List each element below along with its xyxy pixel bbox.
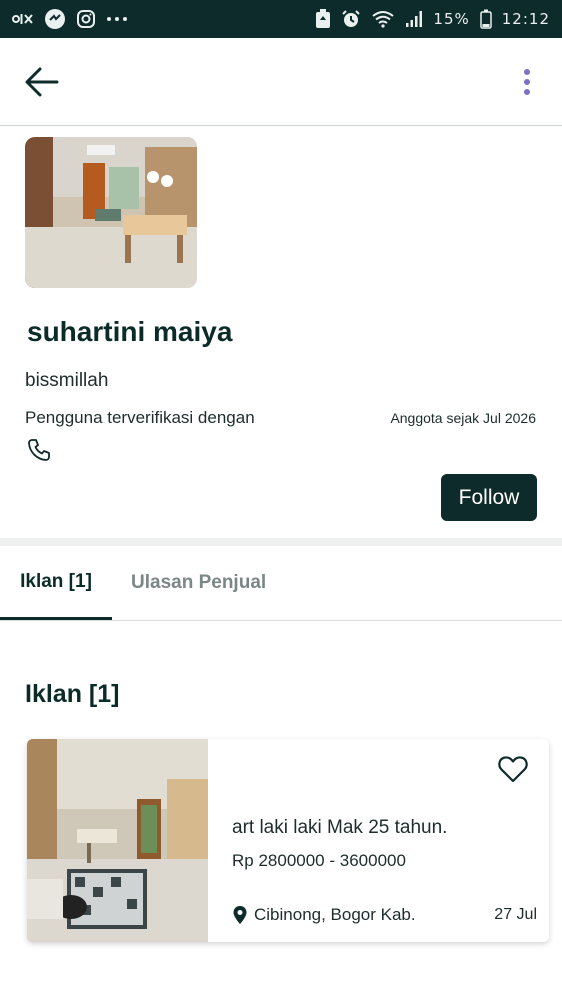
listing-card[interactable]: art laki laki Mak 25 tahun. Rp 2800000 -… [27,739,549,942]
wifi-icon [371,10,395,28]
profile-name: suhartini maiya [27,316,233,347]
listing-location-text: Cibinong, Bogor Kab. [254,905,416,924]
listing-title: art laki laki Mak 25 tahun. [232,817,448,838]
clock: 12:12 [501,10,550,28]
listing-photo[interactable] [27,739,208,942]
status-bar: 15% 12:12 [0,0,562,38]
listing-location: Cibinong, Bogor Kab. [232,905,416,925]
phone-icon [27,438,51,462]
arrow-left-icon [25,67,59,97]
follow-button[interactable]: Follow [441,474,537,521]
instagram-icon [76,9,96,29]
location-pin-icon [233,906,247,924]
cloud-app-icon [44,8,66,30]
tab-bar: Iklan [1] Ulasan Penjual [0,546,562,621]
signal-icon [405,10,423,28]
back-button[interactable] [22,62,62,102]
profile-bio: bissmillah [25,370,109,391]
battery-percentage: 15% [433,10,470,28]
verified-label: Pengguna terverifikasi dengan [25,408,255,427]
data-saver-icon [315,9,331,29]
status-bar-left [12,8,128,30]
tab-iklan[interactable]: Iklan [1] [0,546,112,620]
section-divider [0,538,562,546]
section-title: Iklan [1] [25,680,120,708]
battery-icon [480,9,492,29]
app-bar [0,38,562,126]
profile-photo[interactable] [25,137,197,288]
tab-ulasan-penjual[interactable]: Ulasan Penjual [131,546,266,620]
more-options-button[interactable] [512,62,542,102]
heart-icon [498,756,528,783]
favorite-button[interactable] [497,753,529,785]
status-bar-right: 15% 12:12 [315,9,550,29]
member-since: Anggota sejak Jul 2026 [390,410,536,426]
more-dots-icon [106,16,128,22]
alarm-icon [341,9,361,29]
listing-price: Rp 2800000 - 3600000 [232,851,406,870]
kebab-menu-icon [524,69,530,95]
olx-icon [12,12,34,26]
listing-date: 27 Jul [494,906,537,923]
